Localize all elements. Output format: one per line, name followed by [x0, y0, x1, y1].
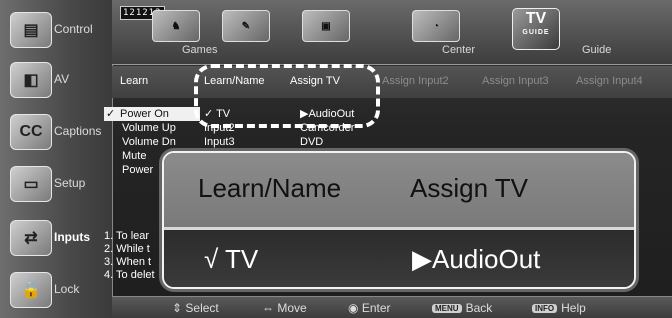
menu-key-icon: MENU: [432, 304, 462, 314]
tvguide-title: TV: [525, 10, 547, 27]
zoom-callout: Learn/Name Assign TV √ TV ▶AudioOut: [162, 151, 636, 289]
header-assign-input2: Assign Input2: [382, 75, 449, 87]
header-assign-input4: Assign Input4: [576, 75, 643, 87]
games-icon: ♞: [152, 10, 200, 42]
learn-item-power-on[interactable]: ✓ Power On: [104, 107, 200, 121]
header-learn: Learn: [120, 75, 149, 87]
callout-row: √ TV ▶AudioOut: [164, 230, 634, 287]
sidebar: ▤ Control ◧ AV CC Captions ▭ Setup ⇄ Inp…: [0, 0, 113, 318]
tab-media[interactable]: ✎: [222, 10, 270, 56]
help-help-label: Help: [561, 301, 586, 315]
help-enter-label: Enter: [361, 301, 391, 315]
help-move-label: Move: [277, 301, 307, 315]
sidebar-item-label: Inputs: [54, 230, 90, 244]
lock-icon: 🔒: [10, 272, 52, 308]
media-icon: ✎: [222, 10, 270, 42]
photos-icon: ▣: [302, 10, 350, 42]
help-help: INFO Help: [532, 301, 586, 315]
sidebar-item-inputs[interactable]: ⇄ Inputs: [4, 216, 108, 258]
instruction-line: 1. To lear: [104, 230, 150, 242]
updown-icon: ⇕: [172, 301, 186, 315]
help-select-label: Select: [185, 301, 219, 315]
checkmark-icon: ✓: [106, 108, 116, 120]
leftright-icon: ⇔: [262, 301, 278, 315]
sidebar-item-captions[interactable]: CC Captions: [4, 110, 108, 152]
instruction-line: 3. When t: [104, 256, 152, 268]
callout-name-cell[interactable]: √ TV: [204, 244, 258, 275]
tab-label: Games: [182, 44, 218, 56]
instructions: 1. To lear 2. While t 3. When t 4. To de…: [104, 230, 155, 282]
help-back: MENU Back: [432, 301, 492, 315]
tab-center[interactable]: ◔ Center: [412, 10, 475, 56]
learn-item-label: Power On: [120, 108, 169, 120]
callout-header-learn-name: Learn/Name: [198, 173, 342, 203]
help-bar: ⇕ Select ⇔ Move ◉ Enter MENU Back INFO Hel…: [112, 296, 672, 318]
sidebar-item-label: Setup: [54, 176, 86, 190]
learn-name-screen: ▤ Control ◧ AV CC Captions ▭ Setup ⇄ Inp…: [0, 0, 672, 318]
av-devices-icon: ◧: [10, 62, 52, 98]
tv-controls-icon: ▤: [10, 12, 52, 48]
help-back-label: Back: [465, 301, 493, 315]
sidebar-item-label: Control: [54, 22, 93, 36]
info-key-icon: INFO: [532, 304, 558, 314]
tab-photos[interactable]: ▣: [302, 10, 350, 56]
inputs-icon: ⇄: [10, 220, 52, 256]
sidebar-item-control[interactable]: ▤ Control: [4, 8, 108, 50]
satellite-icon: ◔: [412, 10, 460, 42]
tab-tv-guide[interactable]: TV GUIDE: [512, 8, 560, 50]
sidebar-item-av[interactable]: ◧ AV: [4, 58, 108, 100]
instruction-line: 2. While t: [104, 243, 150, 255]
sidebar-item-label: Captions: [54, 124, 102, 138]
help-select: ⇕ Select: [172, 301, 219, 315]
setup-icon: ▭: [10, 166, 52, 202]
sidebar-item-lock[interactable]: 🔒 Lock: [4, 268, 108, 310]
assign-cell[interactable]: DVD: [300, 135, 390, 149]
tab-guide-label: Guide: [582, 44, 612, 56]
callout-assign-cell[interactable]: ▶AudioOut: [412, 244, 540, 275]
sidebar-item-label: AV: [54, 72, 70, 86]
instruction-line: 4. To delet: [104, 269, 155, 281]
cc-icon: CC: [10, 114, 52, 150]
help-move: ⇔ Move: [262, 301, 307, 315]
tab-games[interactable]: ♞ Games: [152, 10, 217, 56]
tab-label: Center: [442, 44, 476, 56]
name-cell[interactable]: Input3: [204, 135, 284, 149]
help-enter: ◉ Enter: [348, 301, 391, 315]
sidebar-item-setup[interactable]: ▭ Setup: [4, 162, 108, 204]
sidebar-item-label: Lock: [54, 282, 80, 296]
tvguide-subtitle: GUIDE: [522, 29, 550, 36]
top-menu-bar: 121212 ♞ Games ✎ ▣ ◔ Center TV GUIDE Gui…: [112, 0, 672, 65]
enter-icon: ◉: [348, 301, 362, 315]
dashed-highlight: [194, 64, 380, 128]
header-assign-input3: Assign Input3: [482, 75, 549, 87]
callout-header: Learn/Name Assign TV: [164, 153, 634, 227]
learn-item-volume-up[interactable]: Volume Up: [104, 121, 214, 135]
callout-header-assign-tv: Assign TV: [410, 173, 529, 203]
learn-item-volume-dn[interactable]: Volume Dn: [104, 135, 214, 149]
